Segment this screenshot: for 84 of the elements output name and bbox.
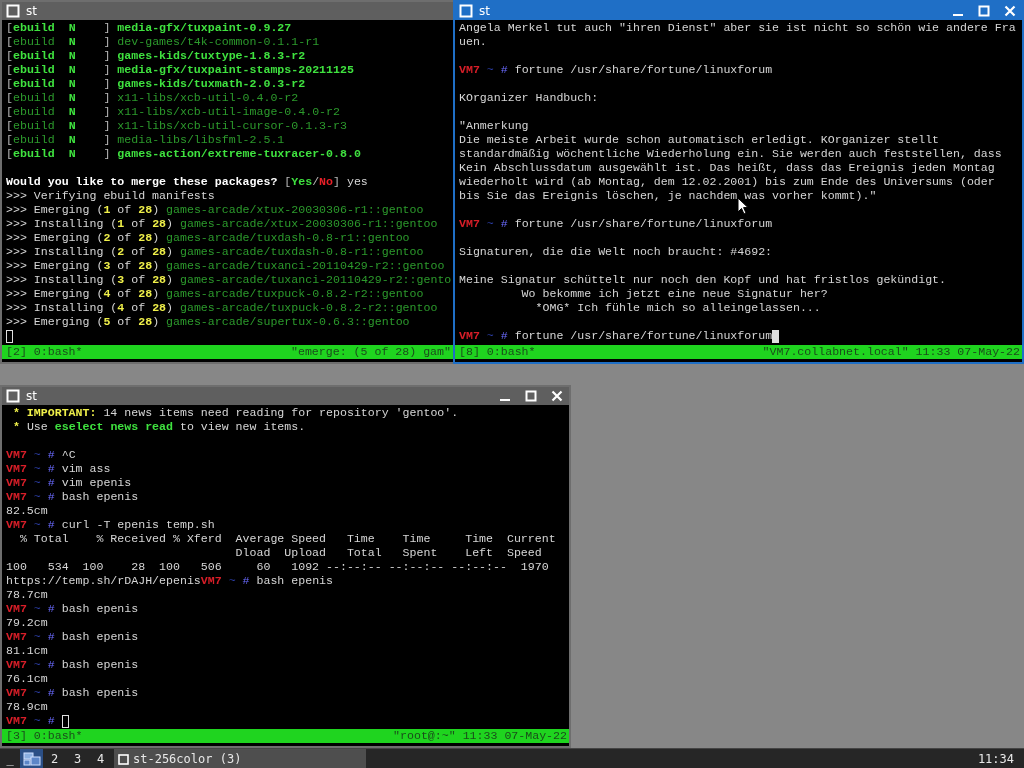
terminal-line: VM7 ~ # fortune /usr/share/fortune/linuxforum xyxy=(459,63,773,77)
window-menu-icon[interactable] xyxy=(459,4,473,18)
terminal-line: VM7 ~ # xyxy=(6,714,56,728)
terminal-line: VM7 ~ # fortune /usr/share/fortune/linuxforum xyxy=(459,217,773,231)
maximize-icon[interactable] xyxy=(978,5,990,17)
terminal-line: VM7 ~ # bash epenis xyxy=(6,686,139,700)
terminal-line: Would you like to merge these packages? [Yes/No] yes xyxy=(6,175,368,189)
terminal-line: Angela Merkel tut auch "ihren Dienst" aber sie ist nicht so schön wie andere Fra xyxy=(459,21,1016,35)
terminal-line: Signaturen, die die Welt noch braucht: #4692: xyxy=(459,245,773,259)
terminal-line: bis Sie das Ereignis löschen, je nachdem was vorher kommt)." xyxy=(459,189,877,203)
terminal-line: VM7 ~ # vim epenis xyxy=(6,476,132,490)
terminal-line: [ebuild N ] x11-libs/xcb-util-0.4.0-r2 xyxy=(6,91,299,105)
terminal-line: VM7 ~ # bash epenis xyxy=(6,658,139,672)
status-left-text: [2] 0:bash* xyxy=(6,345,83,359)
terminal-line: % Total % Received % Xferd Average Speed Time Time Time Current xyxy=(18,532,556,546)
terminal-line: *OMG* Ich fühle mich so alleingelassen... xyxy=(534,301,821,315)
terminal-line: 100 534 100 28 100 506 60 1092 --:--:-- --:--:-- --:--:-- 1970 xyxy=(6,560,549,574)
terminal-line: >>> Emerging (2 of 28) games-arcade/tuxdash-0.8-r1::gentoo xyxy=(6,231,410,245)
terminal-line: * IMPORTANT: 14 news items need reading for repository 'gentoo'. xyxy=(11,406,459,420)
mouse-pointer-icon xyxy=(737,197,749,215)
status-right-text: "VM7.collabnet.local" 11:33 07-May-22 xyxy=(762,345,1020,359)
terminal-line: >>> Emerging (4 of 28) games-arcade/tuxpuck-0.8.2-r2::gentoo xyxy=(6,287,424,301)
terminal-line: >>> Emerging (5 of 28) games-arcade/supertux-0.6.3::gentoo xyxy=(6,315,410,329)
desktop-button[interactable]: 2 xyxy=(43,749,66,768)
terminal-line: Meine Signatur schüttelt nur noch den Kopf und hat fristlos gekündigt. xyxy=(459,273,947,287)
terminal-line: standardmäßig wöchentliche Wiederholung ein. Sie werden auch feststellen, dass xyxy=(459,147,1002,161)
terminal-line: >>> Installing (1 of 28) games-arcade/xtux-20030306-r1::gentoo xyxy=(6,217,438,231)
terminal-line: [ebuild N ] media-gfx/tuxpaint-stamps-20211125 xyxy=(6,63,354,77)
status-right-text: "root@:~" 11:33 07-May-22 xyxy=(393,729,567,743)
desktop-windows-icon xyxy=(22,752,41,766)
terminal-line: [ebuild N ] games-kids/tuxtype-1.8.3-r2 xyxy=(6,49,306,63)
terminal-line: VM7 ~ # bash epenis xyxy=(6,630,139,644)
status-left-text: [8] 0:bash* xyxy=(459,345,536,359)
terminal-line: wiederholt wird (ab Montag, dem 12.02.2001) bis zum Ende des Universums (oder xyxy=(459,175,995,189)
window-menu-icon[interactable] xyxy=(6,389,20,403)
terminal-line: >>> Installing (2 of 28) games-arcade/tuxdash-0.8-r1::gentoo xyxy=(6,245,424,259)
clock-text: 11:34 xyxy=(977,752,1015,766)
terminal-line: https://temp.sh/rDAJH/epenisVM7 ~ # bash epenis xyxy=(6,574,334,588)
status-right-text: "emerge: (5 of 28) gam" xyxy=(290,345,451,359)
window-menu-icon[interactable] xyxy=(6,4,20,18)
terminal-line: >>> Installing (4 of 28) games-arcade/tuxpuck-0.8.2-r2::gentoo xyxy=(6,301,438,315)
terminal-line: [ebuild N ] x11-libs/xcb-util-image-0.4.0-r2 xyxy=(6,105,340,119)
terminal-line: * Use eselect news read to view new items. xyxy=(11,420,306,434)
maximize-icon[interactable] xyxy=(525,390,537,402)
desktop-button[interactable]: 3 xyxy=(66,749,89,768)
terminal-line: [ebuild N ] x11-libs/xcb-util-cursor-0.1.3-r3 xyxy=(6,119,347,133)
terminal-line: 82.5cm xyxy=(6,504,48,518)
window-title: st xyxy=(26,389,37,403)
terminal-line: >>> Emerging (3 of 28) games-arcade/tuxanci-20110429-r2::gentoo xyxy=(6,259,445,273)
close-icon[interactable] xyxy=(551,390,563,402)
terminal-line: VM7 ~ # ^C xyxy=(6,448,76,462)
terminal-line: >>> Installing (3 of 28) games-arcade/tuxanci-20110429-r2::gento xyxy=(6,273,452,287)
window-title: st xyxy=(26,4,37,18)
terminal-line: 76.1cm xyxy=(6,672,48,686)
status-left-text: [3] 0:bash* xyxy=(6,729,83,743)
terminal-line: VM7 ~ # vim ass xyxy=(6,462,111,476)
terminal-line: uen. xyxy=(459,35,487,49)
terminal-line: Dload Upload Total Spent Left Speed xyxy=(234,546,542,560)
terminal-line: >>> Emerging (1 of 28) games-arcade/xtux-20030306-r1::gentoo xyxy=(6,203,424,217)
menu-button[interactable]: _ xyxy=(0,752,20,766)
desktop-button[interactable]: 4 xyxy=(89,749,112,768)
terminal-line: 79.2cm xyxy=(6,616,48,630)
terminal-line: VM7 ~ # curl -T epenis temp.sh xyxy=(6,518,215,532)
terminal-line: [ebuild N ] media-gfx/tuxpaint-0.9.27 xyxy=(6,21,292,35)
terminal-line: [ebuild N ] games-kids/tuxmath-2.0.3-r2 xyxy=(6,77,306,91)
terminal-line: VM7 ~ # bash epenis xyxy=(6,490,139,504)
terminal-line: [ebuild N ] media-libs/libsfml-2.5.1 xyxy=(6,133,285,147)
terminal-line: Wo bekomme ich jetzt eine neue Signatur her? xyxy=(520,287,828,301)
terminal-line: >>> Verifying ebuild manifests xyxy=(6,189,215,203)
terminal-line: KOrganizer Handbuch: xyxy=(459,91,599,105)
close-icon[interactable] xyxy=(1004,5,1016,17)
window-icon xyxy=(118,753,129,765)
terminal-line: [ebuild N ] games-action/extreme-tuxracer-0.8.0 xyxy=(6,147,361,161)
desktop-button[interactable] xyxy=(20,749,43,768)
terminal-line: 78.7cm xyxy=(6,588,48,602)
terminal-line: 81.1cm xyxy=(6,644,48,658)
terminal-line: Die meiste Arbeit wurde schon automatisch erledigt. KOrganizer stellt xyxy=(459,133,940,147)
terminal-line: VM7 ~ # fortune /usr/share/fortune/linuxforum xyxy=(459,329,773,343)
terminal-line: "Anmerkung xyxy=(459,119,529,133)
terminal-line: [ebuild N ] dev-games/t4k-common-0.1.1-r1 xyxy=(6,35,320,49)
window-title: st xyxy=(479,4,490,18)
terminal-line: Kein Abschlussdatum ausgewählt ist. Das heißt, dass das Ereignis jeden Montag xyxy=(459,161,995,175)
terminal-line: 78.9cm xyxy=(6,700,48,714)
terminal-line: VM7 ~ # bash epenis xyxy=(6,602,139,616)
